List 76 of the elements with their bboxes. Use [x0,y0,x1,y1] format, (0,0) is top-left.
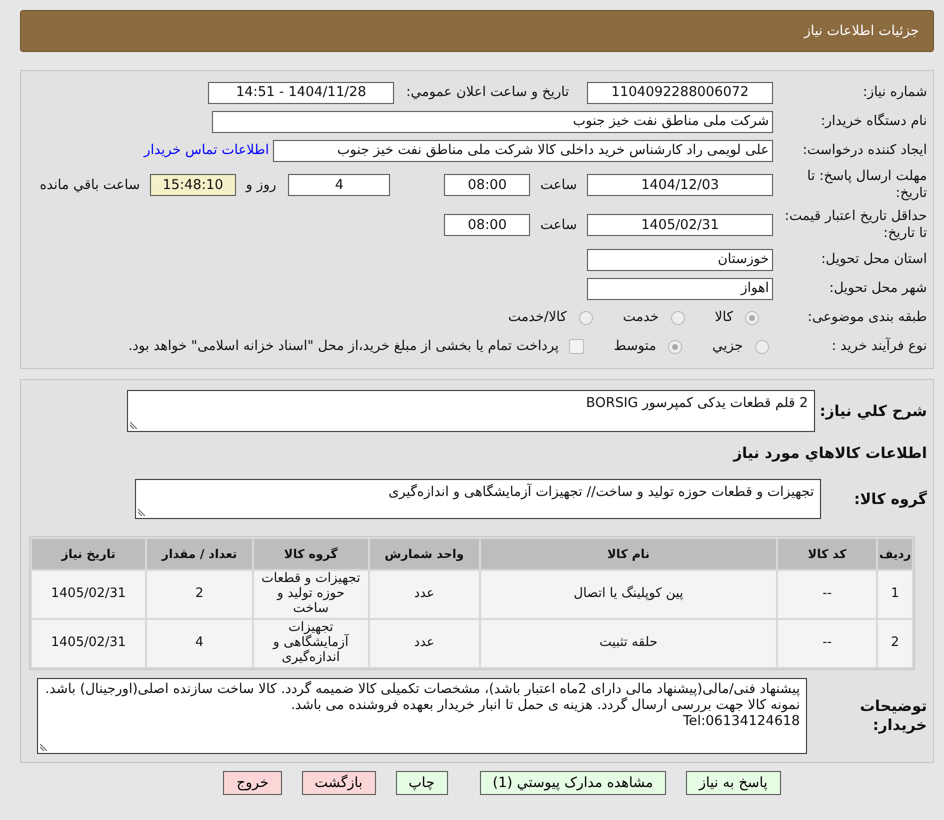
city-field: اهواز [587,278,773,300]
action-button[interactable]: مشاهده مدارک پیوستي (1) [480,770,666,795]
remaining-label: ساعت باقي مانده [40,176,140,195]
province-field: خوزستان [587,248,773,270]
field-label: استان محل تحویل: [820,251,927,268]
table-cell: -- [778,620,876,667]
column-header: گروه کالا [254,539,368,569]
field-label: شرح كلي نياز: [819,402,927,420]
field-label: شماره نیاز: [862,84,927,101]
field-label: گروه کالا: [853,490,927,508]
buyer-contact-link[interactable]: اطلاعات تماس خریدار [144,140,269,161]
need-number-field: 1104092288006072 [587,82,773,104]
remaining-time-field: 15:48:10 [150,174,236,196]
radio-label: خدمت [622,308,659,328]
radio-button[interactable] [755,340,769,354]
column-header: تعداد / مقدار [146,539,252,569]
field-label: نوع فرآیند خرید : [830,338,927,355]
goods-group-field: تجهیزات و قطعات حوزه تولید و ساخت// تجهیزات آزمایشگاهی و اندازه‌گیری [135,479,821,519]
resize-grip-icon[interactable] [138,508,146,516]
table-cell: 2 [146,571,252,618]
requester-field: علی لویمی راد کارشناس خرید داخلی کالا شرکت ملی مناطق نفت خیز جنوب [273,140,773,162]
time-label: ساعت [540,216,577,235]
radio-button[interactable] [578,310,593,324]
table-cell: 1405/02/31 [32,620,145,667]
field-label: طبقه بندی موضوعی: [806,309,927,326]
table-cell: عدد [370,571,479,618]
field-label: حداقل تاریخ اعتبار قیمت: تا تاریخ: [784,208,927,242]
deadline-date-field: 1404/12/03 [587,174,773,196]
buyer-field: شرکت ملی مناطق نفت خیز جنوب [212,110,773,132]
table-cell: حلقه تثبیت [480,620,776,667]
validity-date-field: 1405/02/31 [587,214,773,236]
table-cell: 1 [878,571,912,618]
table-cell: 4 [146,620,252,667]
validity-time-field: 08:00 [444,214,530,236]
radio-label: کالا [714,308,733,328]
column-header: ردیف [878,539,912,569]
table-cell: عدد [370,620,479,667]
radio-label: جزيي [712,337,743,356]
announce-date-field: 1404/11/28 - 14:51 [208,82,394,104]
action-button[interactable]: چاپ [396,770,448,795]
page-title: جزئیات اطلاعات نیاز [804,22,919,41]
checkbox[interactable] [568,339,584,354]
field-label: شهر محل تحویل: [828,280,927,297]
field-label: مهلت ارسال پاسخ: تا تاریخ: [806,168,927,202]
action-button[interactable]: پاسخ به نیاز [686,770,781,795]
table-cell: 2 [878,620,912,667]
column-header: واحد شمارش [370,539,479,569]
action-button[interactable]: خروج [223,770,282,795]
field-label: ایجاد کننده درخواست: [802,142,927,159]
table-cell: -- [778,571,876,618]
buyer-notes-field: پیشنهاد فنی/مالی(پیشنهاد مالی دارای 2ماه اعتبار باشد)، مشخصات تکمیلی کالا ضمیمه گردد. کالا ساخت سازنده اصلی(اورجینال) باشد. نمونه کالا جهت بررسی ارسال گردد. هزینه ی حمل تا انبار خریدار بعهده فروشنده می باشد. Tel:06134124618 [37,678,807,754]
table-cell: تجهیزات و قطعات حوزه تولید و ساخت [254,571,368,618]
description-field: 2 قلم قطعات یدکی کمپرسور BORSIG [127,390,815,432]
field-label: نام دستگاه خریدار: [820,113,927,130]
days-label: روز و [246,176,276,195]
resize-grip-icon[interactable] [40,742,48,751]
resize-grip-icon[interactable] [130,421,138,429]
time-label: ساعت [540,176,577,195]
field-label: تاریخ و ساعت اعلان عمومي: [406,83,569,102]
field-label: توضیحات خریدار: [858,696,927,734]
radio-button[interactable] [670,310,685,324]
table-cell: پین کوپلینگ یا اتصال [480,571,776,618]
column-header: تاریخ نیاز [32,539,145,569]
column-header: نام کالا [480,539,776,569]
radio-label: متوسط [614,337,656,356]
table-cell: 1405/02/31 [32,571,145,618]
table-cell: تجهیزات آزمایشگاهی و اندازه‌گیری [254,620,368,667]
section-title: اطلاعات كالاهاي مورد نياز [733,442,927,464]
deadline-time-field: 08:00 [444,174,530,196]
action-button[interactable]: بازگشت [302,770,376,795]
radio-button[interactable] [668,340,682,354]
radio-label: کالا/خدمت [508,308,567,328]
radio-button[interactable] [745,310,759,324]
column-header: کد کالا [778,539,876,569]
payment-label: پرداخت تمام یا بخشی از مبلغ خرید،از محل "اسناد خزانه اسلامی" خواهد بود. [128,337,559,356]
days-field: 4 [288,174,390,196]
